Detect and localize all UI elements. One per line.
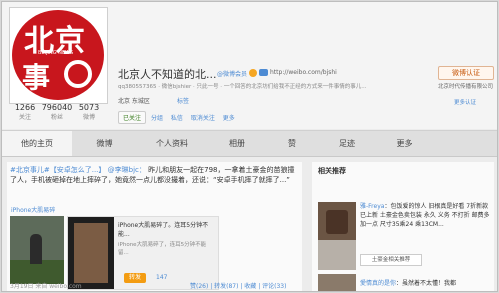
tab-footprint[interactable]: 足迹 xyxy=(317,131,377,156)
stat-number: 796040 xyxy=(41,103,73,112)
auth-tag[interactable]: @微博会员 xyxy=(217,69,247,78)
post-topic[interactable]: #北京事儿#【安卓怎么了...】 xyxy=(10,166,105,174)
rec-text-2: 愛情真的是你：虽然着不太懂！我都 xyxy=(360,278,492,287)
unfollow-link[interactable]: 取消关注 xyxy=(191,115,215,122)
profile-avatar[interactable]: 北京 BEIJING NEWS 事 xyxy=(9,7,108,104)
more-auth-link[interactable]: 更多认证 xyxy=(454,98,476,106)
message-link[interactable]: 私信 xyxy=(171,115,183,122)
avatar-logo: 北京 BEIJING NEWS 事 xyxy=(12,10,104,100)
stat-following[interactable]: 1266 关注 xyxy=(9,103,41,121)
post-text: #北京事儿#【安卓怎么了...】 @李琳bjc： 昨儿和朋友一起在798，一拿着… xyxy=(10,165,300,185)
weibo-auth-button[interactable]: 微博认证 xyxy=(438,66,494,80)
stat-posts[interactable]: 5073 微博 xyxy=(73,103,105,121)
member-icon xyxy=(259,69,268,76)
post-mention[interactable]: @李琳bjc： xyxy=(108,166,146,174)
card-subtitle: iPhone大肌易碎了，连耳5分钟不能留... xyxy=(118,242,207,256)
tab-likes[interactable]: 赞 xyxy=(267,131,317,156)
video-screen xyxy=(74,223,108,283)
sidebar-recommend: 相关推荐 雅-Freya：包饭爱的惊人 旧根真是好看 7折新款已上新 土豪金色卖… xyxy=(312,162,494,291)
rec-image-2[interactable] xyxy=(318,240,356,270)
tab-more[interactable]: 更多 xyxy=(377,131,432,156)
profile-actions: 已关注 分组 私信 取消关注 更多 xyxy=(118,111,241,124)
rec3-user[interactable]: 愛情真的是你 xyxy=(360,280,396,287)
stat-number: 1266 xyxy=(14,103,36,112)
verified-icon xyxy=(249,69,257,77)
video-card[interactable]: iPhone大肌易碎了。连耳5分钟不能... iPhone大肌易碎了，连耳5分钟… xyxy=(67,216,219,290)
image-person xyxy=(30,234,42,264)
profile-tabs: 他的主页 微博 个人资料 相册 赞 足迹 更多 xyxy=(2,130,497,157)
post-time: 3月19日 来自 weibo.com xyxy=(10,283,82,290)
followed-button[interactable]: 已关注 xyxy=(118,111,147,124)
group-link[interactable]: 分组 xyxy=(151,115,163,122)
rec-user[interactable]: 雅-Freya xyxy=(360,203,384,210)
profile-url[interactable]: http://weibo.com/bjshi xyxy=(270,69,337,76)
weibo-profile-window: 北京 BEIJING NEWS 事 1266 关注 796040 粉丝 5073… xyxy=(1,1,498,292)
tab-home[interactable]: 他的主页 xyxy=(2,131,72,156)
stat-label: 微博 xyxy=(82,114,95,121)
feed-post: #北京事儿#【安卓怎么了...】 @李琳bjc： 昨儿和朋友一起在798，一拿着… xyxy=(7,162,302,291)
sidebar-title: 相关推荐 xyxy=(318,167,346,175)
rec-image-3[interactable] xyxy=(318,274,356,291)
card-likes[interactable]: 147 xyxy=(156,274,167,281)
profile-description: qq380557365 · 微信bjshier · 只此一号 · 一个回答的北京… xyxy=(118,84,367,90)
stat-followers[interactable]: 796040 粉丝 xyxy=(41,103,73,121)
more-link[interactable]: 更多 xyxy=(223,115,235,122)
rec-text: 雅-Freya：包饭爱的惊人 旧根真是好看 7折新款已上新 土豪金色卖包装 永久… xyxy=(360,202,492,229)
tab-profile[interactable]: 个人资料 xyxy=(137,131,207,156)
rec-image[interactable] xyxy=(318,202,356,240)
avatar-ring-icon xyxy=(64,60,92,88)
card-title: iPhone大肌易碎了。连耳5分钟不能... xyxy=(118,222,209,238)
tab-album[interactable]: 相册 xyxy=(207,131,267,156)
profile-header: 北京 BEIJING NEWS 事 1266 关注 796040 粉丝 5073… xyxy=(2,2,497,129)
avatar-logo-text-2: 事 xyxy=(22,61,51,94)
profile-tags-link[interactable]: 标签 xyxy=(177,96,189,105)
tab-weibo[interactable]: 微博 xyxy=(72,131,137,156)
profile-name: 北京人不知道的北... xyxy=(118,68,217,81)
rec-more-button[interactable]: 土豪金相关推荐 xyxy=(360,254,422,266)
auth-company: 北京时代传播有限公司 xyxy=(438,84,494,90)
profile-location: 北京 东城区 xyxy=(118,98,150,105)
video-thumbnail[interactable] xyxy=(68,217,114,289)
post-stats[interactable]: 赞(26) | 转发(87) | 收藏 | 评论(33) xyxy=(190,281,286,290)
rec3-body: ：虽然着不太懂！我都 xyxy=(396,280,457,287)
bag-image xyxy=(326,210,348,234)
stat-number: 5073 xyxy=(78,103,100,112)
post-footer: 3月19日 来自 weibo.com 赞(26) | 转发(87) | 收藏 |… xyxy=(10,281,300,290)
profile-stats: 1266 关注 796040 粉丝 5073 微博 xyxy=(9,103,106,125)
stat-label: 粉丝 xyxy=(50,114,63,121)
stat-label: 关注 xyxy=(18,114,31,121)
post-image[interactable] xyxy=(10,216,64,284)
